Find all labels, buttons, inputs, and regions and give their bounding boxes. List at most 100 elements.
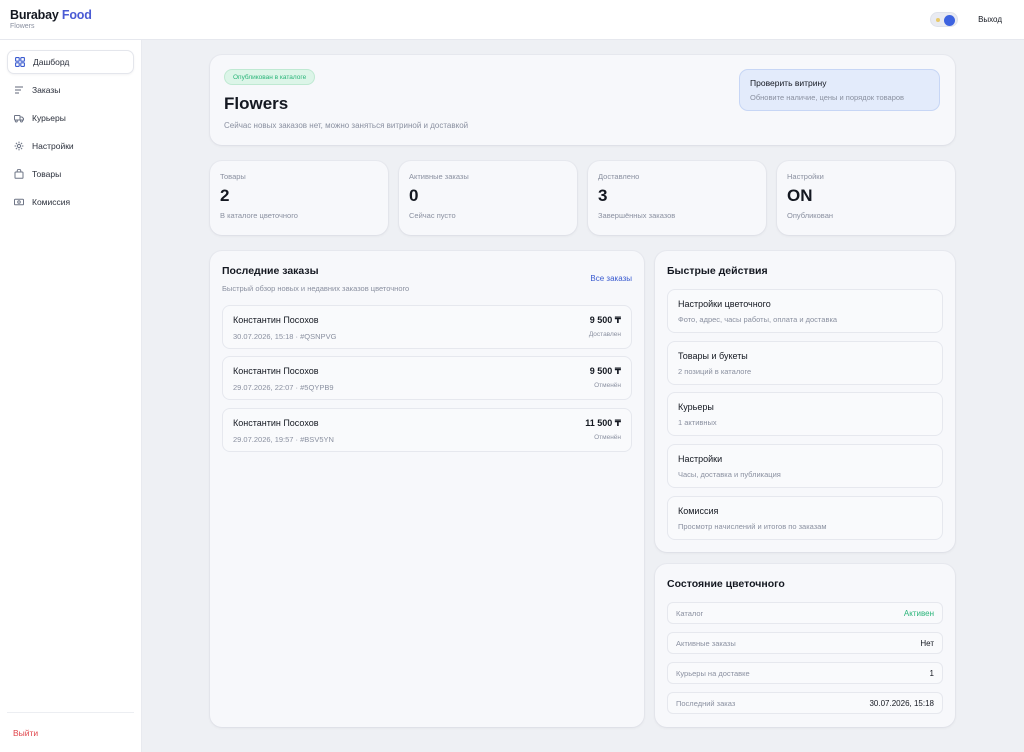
state-value: Нет [920,638,934,648]
order-customer: Константин Посохов [233,315,319,325]
grid-icon [15,57,25,67]
stat-card-products: Товары 2 В каталоге цветочного [210,161,388,235]
sidebar-item-label: Курьеры [32,113,66,123]
recent-orders-subtitle: Быстрый обзор новых и недавних заказов ц… [222,284,410,293]
order-sum: 9 500 ₸ [589,315,621,325]
state-row-active-orders: Активные заказы Нет [667,632,943,654]
bag-icon [14,169,24,179]
page-title: Flowers [224,94,289,113]
quick-action-couriers[interactable]: Курьеры 1 активных [667,392,943,436]
quick-action-subtitle: Просмотр начислений и итогов по заказам [678,522,827,531]
sidebar-item-settings[interactable]: Настройки [7,134,134,158]
sidebar-divider [7,712,134,713]
state-label: Последний заказ [676,698,736,708]
stat-note: Опубликован [787,211,834,220]
sidebar-item-label: Товары [32,169,62,179]
order-meta: 29.07.2026, 22:07 · #5QYPB9 [233,383,334,392]
state-label: Каталог [676,608,704,618]
quick-action-subtitle: Часы, доставка и публикация [678,470,781,479]
brand-name: Burabay [10,7,59,22]
truck-icon [14,113,24,123]
quick-action-title: Настройки цветочного [678,299,771,309]
gear-icon [14,141,24,151]
order-sum: 9 500 ₸ [589,366,621,376]
brand-logo[interactable]: Burabay Food Flowers [10,9,92,31]
quick-action-title: Товары и букеты [678,351,748,361]
sidebar-item-label: Дашборд [33,57,70,67]
recent-orders-panel: Последние заказы Быстрый обзор новых и н… [210,251,644,727]
store-state-title: Состояние цветочного [667,578,785,590]
state-label: Активные заказы [676,638,736,648]
stat-card-delivered: Доставлено 3 Завершённых заказов [588,161,766,235]
brand-subtitle: Flowers [10,23,35,31]
store-hero-card: Опубликован в каталоге Flowers Сейчас но… [210,55,955,145]
stat-card-settings: Настройки ON Опубликован [777,161,955,235]
quick-action-title: Комиссия [678,506,719,516]
sun-icon [936,18,941,22]
state-row-catalog: Каталог Активен [667,602,943,624]
stat-card-active-orders: Активные заказы 0 Сейчас пусто [399,161,577,235]
state-value: 30.07.2026, 15:18 [869,698,934,708]
order-meta: 30.07.2026, 15:18 · #QSNPVG [233,332,337,341]
order-row[interactable]: Константин Посохов 29.07.2026, 22:07 · #… [222,356,632,400]
quick-action-store-settings[interactable]: Настройки цветочного Фото, адрес, часы р… [667,289,943,333]
sidebar-item-products[interactable]: Товары [7,162,134,186]
state-value: Активен [903,608,934,618]
quick-action-title: Настройки [678,454,723,464]
stat-value: 3 [598,186,608,205]
state-row-last-order: Последний заказ 30.07.2026, 15:18 [667,692,943,714]
status-badge: Опубликован в каталоге [224,69,316,85]
state-value: 1 [929,668,934,678]
brand-name-accent: Food [61,7,92,22]
top-bar: Burabay Food Flowers Выход [0,0,1024,40]
order-row[interactable]: Константин Посохов 29.07.2026, 19:57 · #… [222,408,632,452]
sidebar: Дашборд Заказы Курьеры Настройки Товары … [0,40,142,752]
page-subtitle: Сейчас новых заказов нет, можно заняться… [224,121,469,130]
quick-action-subtitle: 2 позиций в каталоге [678,367,752,376]
sidebar-exit-button[interactable]: Выйти [13,728,38,738]
state-label: Курьеры на доставке [676,668,750,678]
stat-label: Настройки [787,172,824,181]
order-customer: Константин Посохов [233,366,319,376]
quick-actions-title: Быстрые действия [667,265,768,277]
theme-toggle[interactable] [930,12,959,27]
list-icon [14,85,24,95]
order-status: Отменён [594,434,621,441]
order-status: Доставлен [588,331,621,338]
sidebar-item-couriers[interactable]: Курьеры [7,106,134,130]
check-storefront-title: Проверить витрину [750,78,827,88]
toggle-knob [944,14,956,26]
order-customer: Константин Посохов [233,418,319,428]
stat-label: Товары [220,172,246,181]
order-meta: 29.07.2026, 19:57 · #BSV5YN [233,435,334,444]
sidebar-item-commission[interactable]: Комиссия [7,190,134,214]
check-storefront-subtitle: Обновите наличие, цены и порядок товаров [750,93,905,102]
sidebar-item-label: Комиссия [32,197,71,207]
sidebar-item-dashboard[interactable]: Дашборд [7,50,134,74]
sidebar-item-orders[interactable]: Заказы [7,78,134,102]
quick-action-settings[interactable]: Настройки Часы, доставка и публикация [667,444,943,488]
stat-note: Сейчас пусто [409,211,456,220]
quick-action-products[interactable]: Товары и букеты 2 позиций в каталоге [667,341,943,385]
quick-action-subtitle: Фото, адрес, часы работы, оплата и доста… [678,315,838,324]
sidebar-item-label: Заказы [32,85,61,95]
logout-button[interactable]: Выход [968,10,1012,29]
stat-note: Завершённых заказов [598,211,676,220]
stat-note: В каталоге цветочного [220,211,298,220]
sidebar-item-label: Настройки [32,141,74,151]
quick-actions-panel: Быстрые действия Настройки цветочного Фо… [655,251,955,552]
stat-label: Активные заказы [409,172,469,181]
store-state-panel: Состояние цветочного Каталог Активен Акт… [655,564,955,727]
stat-value: 2 [220,186,230,205]
state-row-couriers: Курьеры на доставке 1 [667,662,943,684]
stat-value: ON [787,186,813,205]
stat-label: Доставлено [598,172,640,181]
quick-action-subtitle: 1 активных [678,418,717,427]
all-orders-link[interactable]: Все заказы [590,274,632,283]
order-sum: 11 500 ₸ [585,418,621,428]
check-storefront-button[interactable]: Проверить витрину Обновите наличие, цены… [739,69,940,111]
quick-action-title: Курьеры [678,402,714,412]
quick-action-commission[interactable]: Комиссия Просмотр начислений и итогов по… [667,496,943,540]
top-actions: Выход [930,10,1012,29]
order-row[interactable]: Константин Посохов 30.07.2026, 15:18 · #… [222,305,632,349]
